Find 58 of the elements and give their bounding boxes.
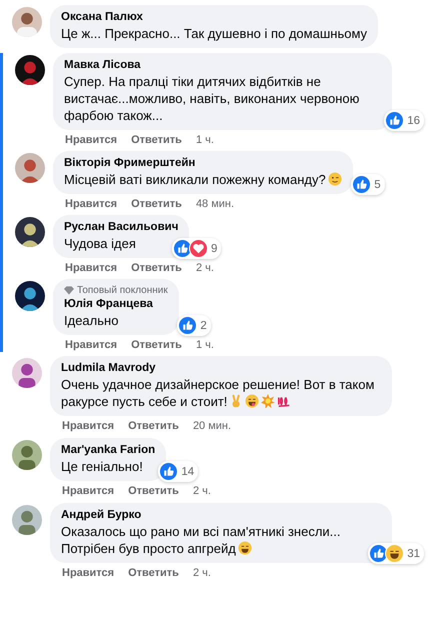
reaction-count[interactable]: 16 (384, 110, 424, 131)
timestamp: 1 ч. (196, 338, 214, 352)
like-reaction-icon (159, 462, 178, 481)
timestamp: 2 ч. (192, 484, 211, 498)
timestamp: 20 мин. (192, 419, 232, 433)
tongue-emoji-icon (245, 394, 260, 408)
action-link[interactable]: Нравится (62, 419, 114, 433)
comment-text: Місцевій ваті викликали пожежну команду? (64, 171, 342, 188)
action-link[interactable]: Ответить (128, 419, 179, 433)
action-link[interactable]: Нравится (62, 566, 114, 580)
action-link[interactable]: Нравится (65, 261, 118, 275)
author-name[interactable]: Вікторія Фримерштейн (64, 156, 342, 171)
comment-text: Чудова ідея (64, 235, 137, 252)
author-name[interactable]: Мавка Лісова (64, 58, 381, 73)
reaction-count[interactable]: 14 (158, 461, 198, 482)
comment-text: Ідеально (64, 312, 120, 329)
action-link[interactable]: Ответить (131, 133, 182, 147)
comment-text: Це ж... Прекрасно... Так душевно і по домашньому (61, 25, 368, 42)
author-name[interactable]: Юлія Францева (64, 297, 168, 312)
timestamp: 2 ч. (196, 261, 214, 275)
comment-text: Це геніально! (61, 458, 144, 475)
action-link[interactable]: Нравится (65, 133, 118, 147)
action-link[interactable]: Нравится (62, 484, 114, 498)
action-link[interactable]: Нравится (65, 338, 118, 352)
comment-text: Очень удачное дизайнерское решение! Вот в таком ракурсе пусть себе и стоит! (61, 376, 376, 410)
action-link[interactable]: Ответить (128, 566, 179, 580)
action-link[interactable]: Нравится (65, 197, 118, 211)
author-name[interactable]: Андрей Бурко (61, 508, 381, 523)
author-name[interactable]: Ludmila Mavrody (61, 361, 381, 376)
reaction-count[interactable]: 31 (368, 543, 424, 564)
like-reaction-icon (385, 111, 404, 130)
author-name[interactable]: Mar'yanka Farion (61, 443, 156, 458)
love-reaction-icon (189, 239, 208, 258)
author-name[interactable]: Руслан Васильович (64, 220, 178, 235)
diamond-icon (64, 286, 74, 295)
timestamp: 1 ч. (196, 133, 214, 147)
like-reaction-icon (369, 544, 388, 563)
hundred-emoji-icon (277, 394, 292, 408)
fan-label: Топовый поклонник (77, 284, 168, 297)
like-reaction-icon (352, 175, 372, 194)
reaction-count[interactable]: 5 (351, 174, 385, 195)
reaction-count[interactable]: 9 (172, 238, 222, 259)
author-name[interactable]: Оксана Палюх (61, 10, 368, 25)
like-reaction-icon (173, 239, 192, 258)
laugh-emoji-icon (238, 541, 252, 555)
timestamp: 48 мин. (196, 197, 234, 211)
action-link[interactable]: Ответить (128, 484, 179, 498)
haha-reaction-icon (385, 544, 404, 563)
timestamp: 2 ч. (192, 566, 211, 580)
like-reaction-icon (178, 316, 198, 335)
action-link[interactable]: Ответить (131, 261, 182, 275)
comment-text: Оказалось що рано ми всі пам'ятникі знесли... Потрібен був просто апгрейд (61, 523, 342, 557)
action-link[interactable]: Ответить (131, 197, 182, 211)
wink-emoji-icon (328, 172, 342, 186)
comment-text: Супер. На пралці тіки дитячих відбитків не вистачає...можливо, навіть, виконаних червоною фарбою також... (64, 73, 360, 124)
reaction-count[interactable]: 2 (177, 315, 211, 336)
action-link[interactable]: Ответить (131, 338, 182, 352)
sparkle-emoji-icon (261, 394, 276, 408)
